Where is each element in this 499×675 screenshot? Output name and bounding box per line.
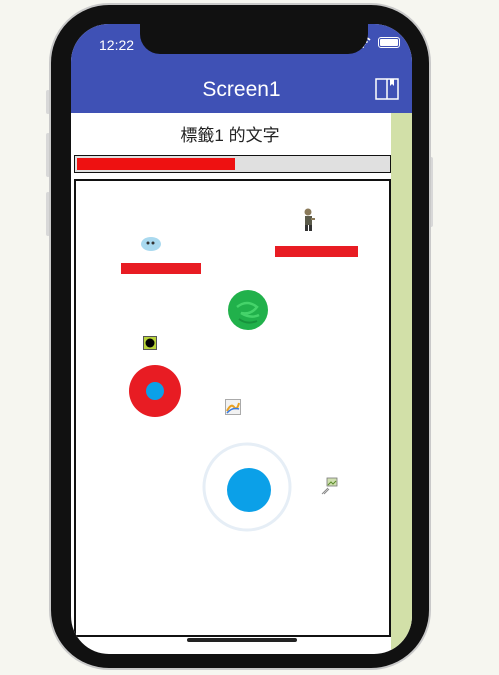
status-time: 12:22	[99, 37, 135, 53]
image-sprite-icon[interactable]	[225, 399, 241, 415]
notch	[140, 24, 368, 54]
broken-image-icon[interactable]	[321, 477, 339, 495]
zombie-sprite[interactable]	[302, 208, 316, 232]
left-paddle[interactable]	[121, 263, 201, 274]
right-paddle[interactable]	[275, 246, 358, 257]
home-indicator	[187, 638, 297, 642]
joystick[interactable]	[201, 441, 293, 533]
black-ball-sprite[interactable]	[143, 336, 157, 350]
screen-title: Screen1	[202, 78, 281, 101]
side-strip	[391, 113, 412, 654]
app-screen: 12:22 Screen1 標籤1 的文字	[71, 24, 412, 654]
bubble-sprite[interactable]	[140, 236, 162, 252]
book-icon[interactable]	[375, 78, 399, 100]
red-ring-sprite[interactable]	[128, 364, 182, 418]
progress-fill	[77, 158, 235, 170]
green-ball-sprite[interactable]	[227, 289, 269, 331]
battery-icon	[378, 37, 400, 48]
label-1: 標籤1 的文字	[180, 126, 280, 145]
game-canvas[interactable]	[74, 179, 391, 637]
app-bar: Screen1	[71, 64, 412, 113]
progress-bar	[74, 155, 391, 173]
